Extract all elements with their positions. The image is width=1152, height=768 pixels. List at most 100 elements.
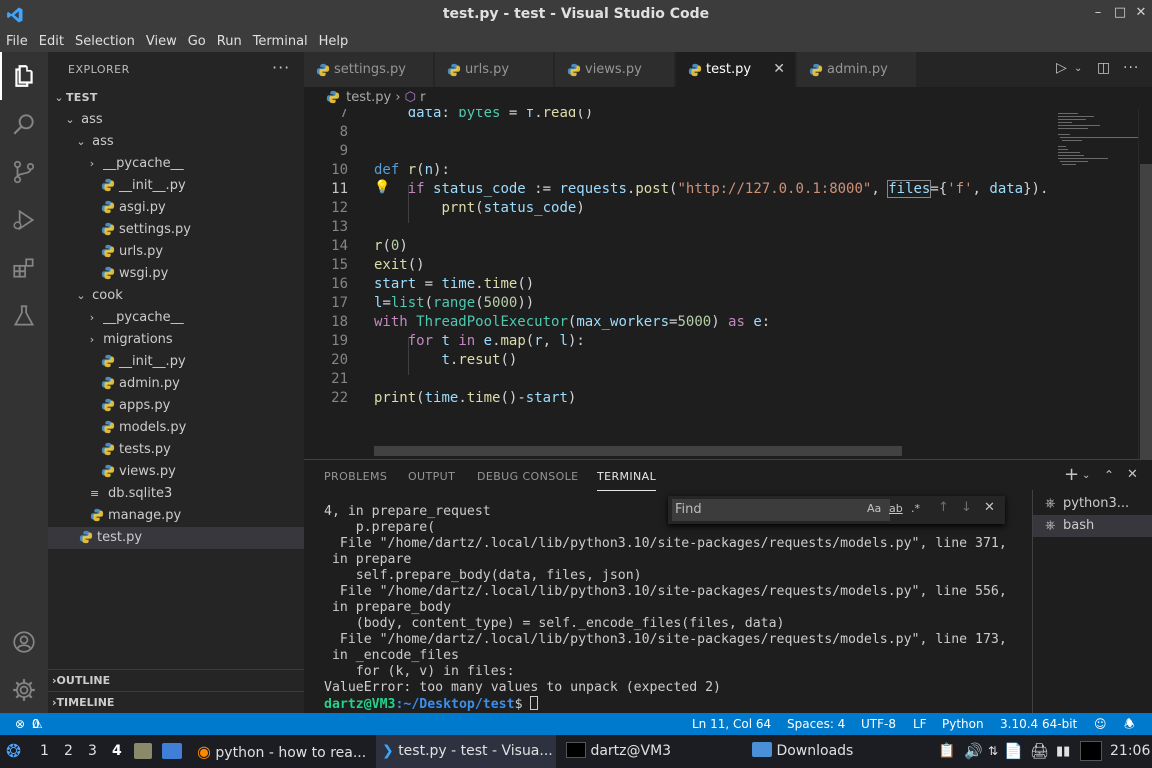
taskbar-app-firefox[interactable]: ◉ python - how to rea... [192,735,368,768]
tree-file[interactable]: __init__.py [48,351,304,373]
menu-file[interactable]: File [6,34,28,49]
more-actions-icon[interactable]: ··· [1123,60,1139,76]
tree-folder[interactable]: ⌄ cook [48,285,304,307]
run-python-file-icon[interactable]: ▷ [1056,60,1067,76]
clipboard-icon[interactable]: 📋 [938,735,955,768]
tree-folder[interactable]: › migrations [48,329,304,351]
terminal-tray-icon[interactable] [1080,741,1102,761]
notifications-bell-icon[interactable]: 🕭 [1124,713,1135,735]
close-panel-icon[interactable]: ✕ [1127,467,1138,482]
tree-folder[interactable]: ⌄ ass [48,131,304,153]
code-line[interactable]: for t in e.map(r, l): [374,332,585,351]
testing-icon[interactable] [11,303,37,329]
tree-file[interactable]: __init__.py [48,175,304,197]
code-line[interactable]: exit() [374,256,425,275]
tree-file[interactable]: ≡ db.sqlite3 [48,483,304,505]
explorer-more-actions-button[interactable]: ··· [272,58,290,77]
tree-file[interactable]: tests.py [48,439,304,461]
tree-root-test[interactable]: ⌄ TEST [48,87,304,109]
network-icon[interactable]: ⇅ [988,735,998,768]
split-editor-icon[interactable]: ◫ [1097,60,1110,76]
match-case-option[interactable]: Aa [867,502,881,515]
display-icon[interactable]: 🖨 [1030,735,1049,768]
tab-urls-py[interactable]: urls.py [435,52,554,87]
menu-edit[interactable]: Edit [39,34,64,49]
run-debug-icon[interactable] [11,207,37,233]
source-control-icon[interactable] [11,159,37,185]
tab-terminal[interactable]: TERMINAL [597,470,657,491]
search-icon[interactable] [11,111,37,137]
tree-file[interactable]: urls.py [48,241,304,263]
workspace-3[interactable]: 3 [88,743,97,759]
timeline-section[interactable]: ›TIMELINE [48,691,304,713]
breadcrumb-file[interactable]: test.py [346,90,391,105]
start-menu-icon[interactable]: ❂ [6,735,21,768]
indentation-status[interactable]: Spaces: 4 [787,713,845,735]
tree-file[interactable]: models.py [48,417,304,439]
terminal-dropdown-chevron-icon[interactable]: ⌄ [1082,470,1090,481]
tab-views-py[interactable]: views.py [555,52,675,87]
menu-view[interactable]: View [146,34,177,49]
terminal-item-python[interactable]: ⎈ python3... [1033,493,1152,515]
lightbulb-icon[interactable]: 💡 [374,180,390,195]
previous-match-icon[interactable]: ↑ [938,500,949,515]
tab-problems[interactable]: PROBLEMS [324,470,387,483]
close-tab-icon[interactable]: ✕ [773,52,785,87]
maximize-button[interactable]: □ [1112,5,1128,20]
tree-folder[interactable]: › __pycache__ [48,153,304,175]
next-match-icon[interactable]: ↓ [961,500,972,515]
workspace-1[interactable]: 1 [40,743,49,759]
workspace-2[interactable]: 2 [64,743,73,759]
taskbar-app-terminal[interactable]: dartz@VM3 [564,735,744,768]
close-find-icon[interactable]: ✕ [984,500,995,515]
remote-icon[interactable]: ⊗ [15,713,25,735]
tree-file[interactable]: test.py [48,527,304,549]
tree-file[interactable]: settings.py [48,219,304,241]
tab-settings-py[interactable]: settings.py [304,52,434,87]
workspace-4[interactable]: 4 [112,743,122,759]
cursor-position[interactable]: Ln 11, Col 64 [692,713,771,735]
match-whole-word-option[interactable]: ab [889,502,903,515]
menu-terminal[interactable]: Terminal [253,34,308,49]
tab-output[interactable]: OUTPUT [408,470,455,483]
tree-file[interactable]: manage.py [48,505,304,527]
menu-help[interactable]: Help [319,34,349,49]
files-launcher-icon[interactable] [134,743,152,759]
code-line[interactable]: print(time.time()-start) [374,389,576,408]
eol-status[interactable]: LF [913,713,927,735]
code-line[interactable]: l=list(range(5000)) [374,294,534,313]
menu-selection[interactable]: Selection [75,34,135,49]
code-line[interactable]: t.resut() [374,351,517,370]
volume-icon[interactable]: 🔊 [964,735,983,768]
find-input[interactable]: Find [672,499,890,521]
taskbar-app-vscode[interactable]: ❯ test.py - test - Visua... [376,735,556,768]
feedback-icon[interactable]: ☺ [1094,713,1107,735]
menu-go[interactable]: Go [188,34,206,49]
tab-debug-console[interactable]: DEBUG CONSOLE [477,470,579,483]
run-dropdown-chevron-icon[interactable]: ⌄ [1074,63,1082,74]
tree-file[interactable]: asgi.py [48,197,304,219]
menu-run[interactable]: Run [217,34,242,49]
minimize-button[interactable]: – [1090,5,1106,20]
scrollbar-thumb[interactable] [1140,164,1152,464]
minimap[interactable] [1050,109,1138,459]
outline-section[interactable]: ›OUTLINE [48,669,304,691]
code-line[interactable]: start = time.time() [374,275,534,294]
close-window-button[interactable]: ✕ [1133,5,1149,20]
tree-file[interactable]: apps.py [48,395,304,417]
settings-gear-icon[interactable] [11,677,37,703]
terminal-item-bash[interactable]: ⎈ bash [1033,515,1152,537]
code-line[interactable]: r(0) [374,237,408,256]
maximize-panel-icon[interactable]: ⌃ [1104,468,1114,482]
tab-test-py[interactable]: test.py ✕ [676,52,796,87]
terminal-prompt[interactable]: dartz@VM3:~/Desktop/test$ [324,696,539,712]
code-editor[interactable]: 7 data: bytes = f.read() 8 9 10 def r(n): 11 … [304,109,1050,459]
editor-horizontal-scrollbar[interactable] [374,446,902,456]
tree-file[interactable]: views.py [48,461,304,483]
code-line[interactable]: def r(n): [374,161,450,180]
code-line[interactable]: prnt(status_code) [374,199,584,218]
power-icon[interactable]: ▮▮ [1056,735,1070,768]
taskbar-app-downloads[interactable]: Downloads [750,735,926,768]
notes-icon[interactable]: 📄 [1004,735,1023,768]
tree-folder[interactable]: ⌄ ass [48,109,304,131]
